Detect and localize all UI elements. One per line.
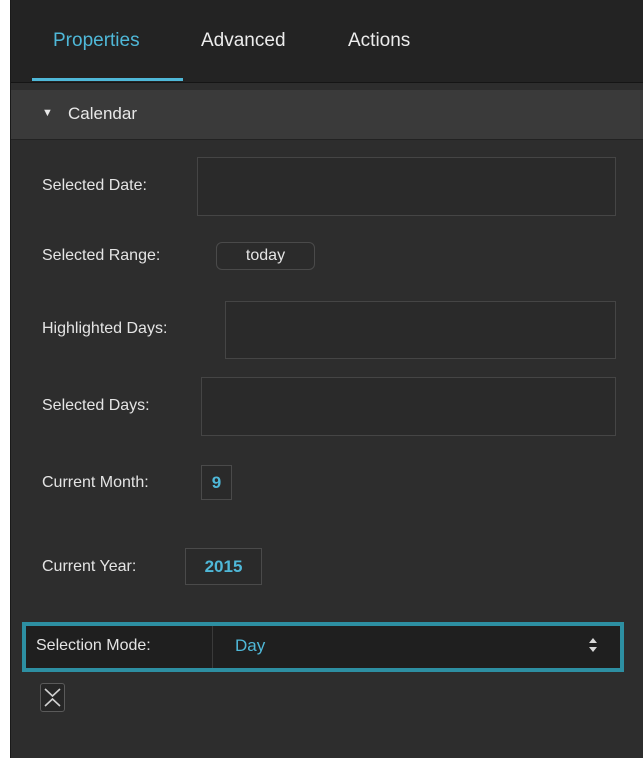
current-year-label: Current Year: [42, 558, 137, 575]
properties-panel: Properties Advanced Actions ▼ Calendar S… [10, 0, 643, 758]
section-title: Calendar [68, 104, 137, 123]
selection-mode-select[interactable]: Day [213, 626, 620, 668]
selection-mode-row: Selection Mode: Day [22, 622, 624, 672]
current-month-label: Current Month: [42, 474, 149, 491]
highlighted-days-label: Highlighted Days: [42, 320, 168, 337]
collapse-button[interactable] [40, 683, 65, 712]
current-year-field[interactable]: 2015 [185, 548, 262, 585]
current-month-field[interactable]: 9 [201, 465, 232, 500]
tab-bar: Properties Advanced Actions [11, 0, 643, 83]
selected-range-pill[interactable]: today [216, 242, 315, 270]
selected-days-field[interactable] [201, 377, 616, 436]
selected-range-label: Selected Range: [42, 247, 161, 264]
selection-mode-label: Selection Mode: [36, 637, 151, 654]
up-down-arrows-icon [589, 638, 597, 652]
highlighted-days-field[interactable] [225, 301, 616, 359]
triangle-down-icon: ▼ [42, 107, 53, 119]
selected-days-label: Selected Days: [42, 397, 150, 414]
active-tab-indicator [32, 78, 183, 81]
tab-properties[interactable]: Properties [53, 30, 140, 52]
tab-actions[interactable]: Actions [348, 30, 410, 52]
selected-date-label: Selected Date: [42, 177, 147, 194]
selection-mode-value: Day [235, 636, 266, 655]
calendar-section-header[interactable]: ▼ Calendar [11, 90, 643, 140]
selected-date-field[interactable] [197, 157, 616, 216]
tab-advanced[interactable]: Advanced [201, 30, 286, 52]
collapse-chevrons-icon [44, 688, 61, 707]
